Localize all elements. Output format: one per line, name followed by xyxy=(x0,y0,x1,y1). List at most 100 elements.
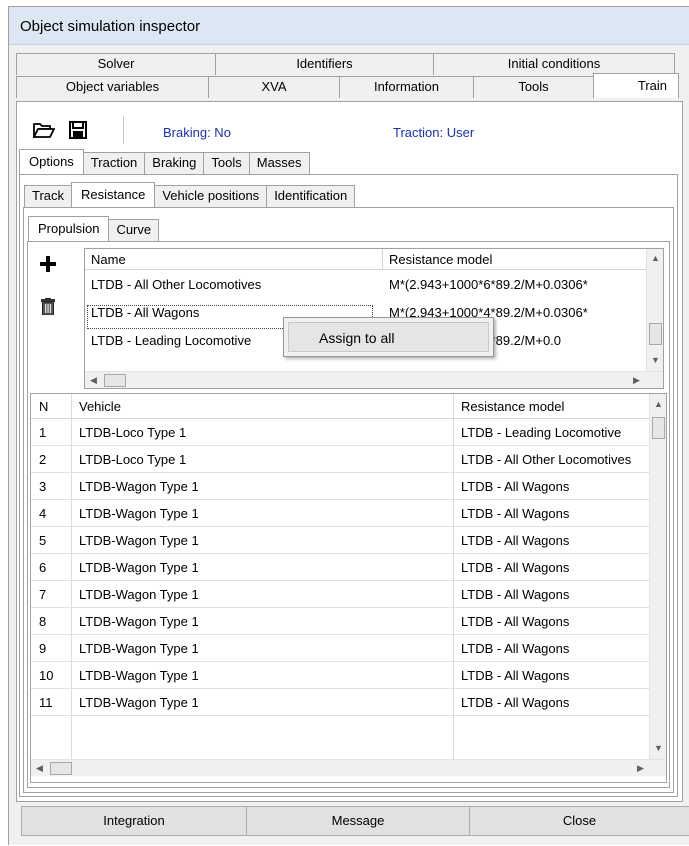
tab-information[interactable]: Information xyxy=(339,76,474,98)
title-bar: Object simulation inspector xyxy=(9,7,689,45)
cell-resistance-model: LTDB - All Wagons xyxy=(461,533,570,548)
tab-traction[interactable]: Traction xyxy=(82,152,146,174)
table-row[interactable]: 6 LTDB-Wagon Type 1 LTDB - All Wagons xyxy=(31,554,651,581)
traction-status: Traction: User xyxy=(393,125,475,140)
scroll-right-icon[interactable]: ▶ xyxy=(637,763,644,774)
main-tabs-row1: Solver Identifiers Initial conditions xyxy=(16,53,675,75)
resistance-panel: Propulsion Curve Name Resistance model L… xyxy=(23,207,674,793)
main-tabs-row2: Object variables XVA Information Tools T… xyxy=(16,73,679,98)
table-row[interactable]: 1 LTDB-Loco Type 1 LTDB - Leading Locomoti… xyxy=(31,419,651,446)
tab-braking[interactable]: Braking xyxy=(144,152,205,174)
vertical-scrollbar[interactable]: ▲ ▼ xyxy=(649,394,666,759)
level2-tabs: Track Resistance Vehicle positions Ident… xyxy=(24,182,356,207)
window-title: Object simulation inspector xyxy=(20,18,201,35)
toolbar: Braking: No Traction: User xyxy=(27,114,667,146)
cell-resistance-model: LTDB - All Wagons xyxy=(461,560,570,575)
cell-n: 5 xyxy=(39,533,47,548)
table-row[interactable]: LTDB - All Other Locomotives M*(2.943+10… xyxy=(85,270,663,298)
save-icon[interactable] xyxy=(67,120,89,140)
tab-xva[interactable]: XVA xyxy=(208,76,340,98)
cell-n: 4 xyxy=(39,506,47,521)
menu-item-label: Assign to all xyxy=(319,330,395,346)
horizontal-scrollbar[interactable]: ◀ ▶ xyxy=(85,371,663,388)
scroll-thumb[interactable] xyxy=(104,374,126,387)
table-row[interactable]: 2 LTDB-Loco Type 1 LTDB - All Other Locomo… xyxy=(31,446,651,473)
cell-resistance-model: LTDB - All Other Locomotives xyxy=(461,452,632,467)
table-row[interactable]: 3 LTDB-Wagon Type 1 LTDB - All Wagons xyxy=(31,473,651,500)
cell-name: LTDB - All Other Locomotives xyxy=(91,277,262,292)
cell-name: LTDB - All Wagons xyxy=(91,305,200,320)
scroll-left-icon[interactable]: ◀ xyxy=(36,763,43,774)
cell-resistance-model: LTDB - All Wagons xyxy=(461,479,570,494)
cell-name: LTDB - Leading Locomotive xyxy=(91,333,252,348)
cell-resistance-model: LTDB - All Wagons xyxy=(461,506,570,521)
scroll-thumb[interactable] xyxy=(652,417,665,439)
scroll-down-icon[interactable]: ▼ xyxy=(654,743,663,753)
plus-icon[interactable] xyxy=(40,256,56,272)
scroll-up-icon[interactable]: ▲ xyxy=(654,399,663,409)
message-button[interactable]: Message xyxy=(246,806,470,836)
table-row[interactable]: 7 LTDB-Wagon Type 1 LTDB - All Wagons xyxy=(31,581,651,608)
integration-button[interactable]: Integration xyxy=(21,806,247,836)
tab-resistance[interactable]: Resistance xyxy=(71,182,156,207)
vehicles-grid-header: N Vehicle Resistance model xyxy=(31,394,666,419)
tab-tools[interactable]: Tools xyxy=(473,76,594,98)
cell-resistance-model: LTDB - Leading Locomotive xyxy=(461,425,622,440)
cell-n: 3 xyxy=(39,479,47,494)
tab-identifiers[interactable]: Identifiers xyxy=(215,53,434,75)
table-row[interactable]: 9 LTDB-Wagon Type 1 LTDB - All Wagons xyxy=(31,635,651,662)
cell-vehicle: LTDB-Wagon Type 1 xyxy=(79,614,199,629)
col-resistance-model-header[interactable]: Resistance model xyxy=(389,252,492,267)
cell-resistance-model: LTDB - All Wagons xyxy=(461,695,570,710)
menu-item-assign-to-all[interactable]: Assign to all xyxy=(288,322,489,352)
scroll-thumb[interactable] xyxy=(649,323,662,345)
tab-initial-conditions[interactable]: Initial conditions xyxy=(433,53,675,75)
inspector-window: Object simulation inspector Solver Ident… xyxy=(8,6,689,845)
col-name-header[interactable]: Name xyxy=(91,252,126,267)
cell-resistance-model: LTDB - All Wagons xyxy=(461,614,570,629)
tab-identification[interactable]: Identification xyxy=(266,185,356,207)
tab-curve[interactable]: Curve xyxy=(108,219,160,241)
header-divider xyxy=(382,249,383,270)
cell-n: 2 xyxy=(39,452,47,467)
cell-model: M*(2.943+1000*6*89.2/M+0.0306* xyxy=(389,277,588,292)
tab-vehicle-positions[interactable]: Vehicle positions xyxy=(154,185,268,207)
tab-object-variables[interactable]: Object variables xyxy=(16,76,209,98)
table-row[interactable]: 5 LTDB-Wagon Type 1 LTDB - All Wagons xyxy=(31,527,651,554)
tab-masses[interactable]: Masses xyxy=(248,152,310,174)
cell-n: 9 xyxy=(39,641,47,656)
vertical-scrollbar[interactable]: ▲ ▼ xyxy=(646,249,663,371)
scroll-left-icon[interactable]: ◀ xyxy=(90,375,97,386)
close-button[interactable]: Close xyxy=(469,806,689,836)
cell-vehicle: LTDB-Wagon Type 1 xyxy=(79,506,199,521)
scroll-up-icon[interactable]: ▲ xyxy=(651,253,660,263)
vehicles-grid: N Vehicle Resistance model 1 LTDB-Loco Ty… xyxy=(30,393,667,783)
tab-track[interactable]: Track xyxy=(24,185,73,207)
col-vehicle-header[interactable]: Vehicle xyxy=(79,399,121,414)
context-menu: Assign to all xyxy=(283,317,494,357)
cell-n: 11 xyxy=(39,695,53,710)
tab-solver[interactable]: Solver xyxy=(16,53,216,75)
table-row[interactable]: 8 LTDB-Wagon Type 1 LTDB - All Wagons xyxy=(31,608,651,635)
scroll-thumb[interactable] xyxy=(50,762,72,775)
col-n-header[interactable]: N xyxy=(39,399,48,414)
braking-status: Braking: No xyxy=(163,125,231,140)
table-row[interactable]: 10 LTDB-Wagon Type 1 LTDB - All Wagons xyxy=(31,662,651,689)
horizontal-scrollbar[interactable]: ◀ ▶ xyxy=(31,759,666,776)
tab-options[interactable]: Options xyxy=(19,149,84,174)
trash-icon[interactable] xyxy=(41,298,55,315)
table-row[interactable]: 11 LTDB-Wagon Type 1 LTDB - All Wagons xyxy=(31,689,651,716)
scroll-down-icon[interactable]: ▼ xyxy=(651,355,660,365)
col-resistance-model-header[interactable]: Resistance model xyxy=(461,399,564,414)
tab-propulsion[interactable]: Propulsion xyxy=(28,216,110,241)
train-panel: Braking: No Traction: User Options Tract… xyxy=(16,101,683,802)
options-panel: Track Resistance Vehicle positions Ident… xyxy=(19,174,678,797)
table-row[interactable]: 4 LTDB-Wagon Type 1 LTDB - All Wagons xyxy=(31,500,651,527)
tab-train[interactable]: Train xyxy=(593,73,679,98)
folder-open-icon[interactable] xyxy=(33,120,55,140)
cell-n: 1 xyxy=(39,425,47,440)
tab-level1-tools[interactable]: Tools xyxy=(203,152,250,174)
cell-vehicle: LTDB-Wagon Type 1 xyxy=(79,533,199,548)
bottom-button-bar: Integration Message Close xyxy=(9,804,689,846)
scroll-right-icon[interactable]: ▶ xyxy=(633,375,640,386)
